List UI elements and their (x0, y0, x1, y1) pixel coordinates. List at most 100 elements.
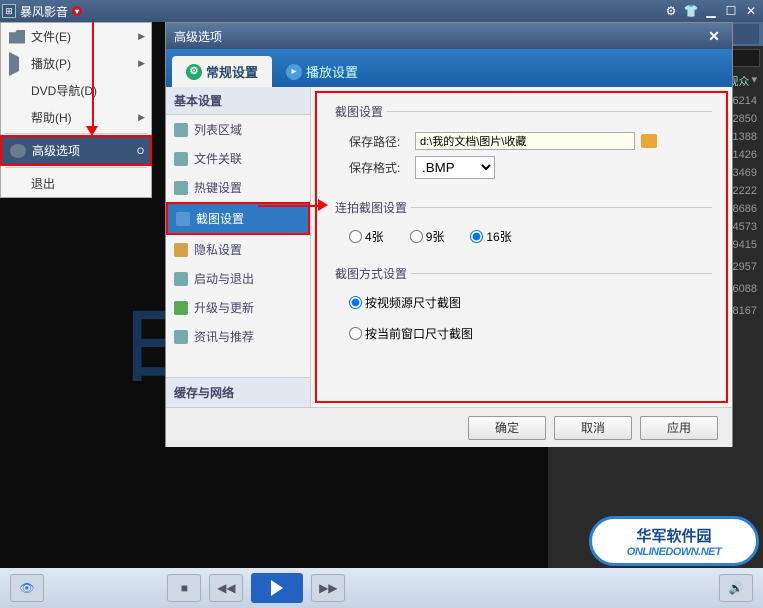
save-path-input[interactable] (415, 132, 635, 150)
burst-16-radio[interactable]: 16张 (470, 228, 511, 245)
sidebar-label: 文件关联 (194, 150, 242, 167)
play-button[interactable] (251, 573, 303, 603)
menu-label: DVD导航(D) (31, 82, 97, 99)
shirt-icon[interactable]: 👕 (681, 4, 701, 18)
play-icon (271, 580, 283, 596)
chevron-right-icon: ▶ (138, 31, 145, 42)
method-source-radio[interactable]: 按视频源尺寸截图 (349, 294, 712, 311)
save-path-label: 保存路径: (349, 133, 409, 150)
menu-label: 文件(E) (31, 28, 71, 45)
sidebar-item-startup[interactable]: 启动与退出 (166, 264, 310, 293)
lock-icon (174, 243, 188, 257)
sidebar-item-privacy[interactable]: 隐私设置 (166, 235, 310, 264)
cancel-button[interactable]: 取消 (554, 416, 632, 440)
dialog-button-bar: 确定 取消 应用 (166, 407, 732, 447)
main-menu: 文件(E) ▶ 播放(P) ▶ DVD导航(D) 帮助(H) ▶ 高级选项 O … (0, 22, 152, 198)
blank-icon (9, 111, 25, 125)
menu-item-advanced-options[interactable]: 高级选项 O (2, 137, 150, 164)
stop-button[interactable]: ■ (167, 574, 201, 602)
sidebar-item-news[interactable]: 资讯与推荐 (166, 322, 310, 351)
blank-icon (9, 84, 25, 98)
maximize-button[interactable]: ☐ (721, 4, 741, 18)
close-button[interactable]: ✕ (741, 4, 761, 18)
group-legend: 连拍截图设置 (331, 199, 411, 216)
sidebar-item-hotkeys[interactable]: 热键设置 (166, 173, 310, 202)
sidebar-header: 基本设置 (166, 87, 310, 115)
menu-label: 帮助(H) (31, 109, 72, 126)
menu-item-file[interactable]: 文件(E) ▶ (1, 23, 151, 50)
tab-general[interactable]: ⚙ 常规设置 (172, 56, 272, 87)
app-title: 暴风影音 (20, 3, 68, 20)
play-icon (9, 57, 25, 71)
annotation-arrow-2 (258, 205, 322, 207)
update-icon (174, 301, 188, 315)
menu-item-playback[interactable]: 播放(P) ▶ (1, 50, 151, 77)
annotation-arrow-1 (92, 22, 94, 130)
chevron-right-icon: ▶ (138, 58, 145, 69)
gear-icon: ⚙ (186, 64, 202, 80)
annotation-arrowhead-2 (318, 199, 328, 211)
app-logo-icon: ⊞ (2, 4, 16, 18)
news-icon (174, 330, 188, 344)
tab-label: 常规设置 (206, 62, 258, 81)
keyboard-icon (174, 181, 188, 195)
method-window-radio[interactable]: 按当前窗口尺寸截图 (349, 325, 712, 342)
sidebar-item-update[interactable]: 升级与更新 (166, 293, 310, 322)
watermark-badge: 华军软件园 ONLINEDOWN.NET (589, 516, 759, 566)
apply-button[interactable]: 应用 (640, 416, 718, 440)
watermark-text-1: 华军软件园 (636, 525, 711, 546)
title-bar: ⊞ 暴风影音 ▾ ⚙ 👕 ▁ ☐ ✕ (0, 0, 763, 22)
sidebar-label: 热键设置 (194, 179, 242, 196)
screenshot-settings-group: 截图设置 保存路径: 保存格式: .BMP (331, 103, 712, 185)
sidebar-label: 资讯与推荐 (194, 328, 254, 345)
title-dropdown-icon[interactable]: ▾ (72, 6, 82, 16)
save-format-select[interactable]: .BMP (415, 156, 495, 179)
menu-label: 播放(P) (31, 55, 71, 72)
tab-label: 播放设置 (306, 62, 358, 81)
next-button[interactable]: ▶▶ (311, 574, 345, 602)
play-circle-icon: ▸ (286, 64, 302, 80)
menu-label: 高级选项 (32, 142, 80, 159)
sidebar-label: 列表区域 (194, 121, 242, 138)
method-settings-group: 截图方式设置 按视频源尺寸截图 按当前窗口尺寸截图 (331, 265, 712, 348)
menu-item-dvd[interactable]: DVD导航(D) (1, 77, 151, 104)
dialog-titlebar[interactable]: 高级选项 ✕ (166, 23, 732, 49)
group-legend: 截图设置 (331, 103, 387, 120)
annotation-arrowhead-1 (86, 126, 98, 136)
volume-button[interactable]: 🔊 (719, 574, 753, 602)
blank-icon (9, 177, 25, 191)
chevron-right-icon: ▶ (138, 112, 145, 123)
tab-playback[interactable]: ▸ 播放设置 (272, 56, 372, 87)
burst-settings-group: 连拍截图设置 4张 9张 16张 (331, 199, 712, 251)
ok-button[interactable]: 确定 (468, 416, 546, 440)
browse-folder-icon[interactable] (641, 134, 657, 148)
dialog-sidebar: 基本设置 列表区域 文件关联 热键设置 截图设置 隐私设置 启动与退出 升级与更… (166, 87, 311, 407)
dialog-title: 高级选项 (174, 28, 222, 45)
dialog-tabs: ⚙ 常规设置 ▸ 播放设置 (166, 49, 732, 87)
sidebar-label: 升级与更新 (194, 299, 254, 316)
menu-item-help[interactable]: 帮助(H) ▶ (1, 104, 151, 131)
power-icon (174, 272, 188, 286)
eye-button[interactable]: 👁 (10, 574, 44, 602)
burst-9-radio[interactable]: 9张 (410, 228, 445, 245)
burst-4-radio[interactable]: 4张 (349, 228, 384, 245)
sidebar-item-list-area[interactable]: 列表区域 (166, 115, 310, 144)
dialog-close-button[interactable]: ✕ (704, 28, 724, 45)
group-legend: 截图方式设置 (331, 265, 411, 282)
sidebar-label: 截图设置 (196, 210, 244, 227)
player-control-bar: 👁 ■ ◀◀ ▶▶ 🔊 (0, 568, 763, 608)
dialog-content-panel: 截图设置 保存路径: 保存格式: .BMP 连拍截图设置 4张 9张 16张 (315, 91, 728, 403)
menu-label: 退出 (31, 175, 55, 192)
menu-item-exit[interactable]: 退出 (1, 170, 151, 197)
settings-icon[interactable]: ⚙ (661, 4, 681, 18)
camera-icon (176, 212, 190, 226)
list-icon (174, 123, 188, 137)
minimize-button[interactable]: ▁ (701, 4, 721, 18)
watermark-text-2: ONLINEDOWN.NET (627, 546, 721, 558)
save-format-label: 保存格式: (349, 159, 409, 176)
folder-icon (9, 30, 25, 44)
sidebar-footer-cache[interactable]: 缓存与网络 (166, 377, 310, 407)
prev-button[interactable]: ◀◀ (209, 574, 243, 602)
sidebar-item-file-assoc[interactable]: 文件关联 (166, 144, 310, 173)
advanced-options-dialog: 高级选项 ✕ ⚙ 常规设置 ▸ 播放设置 基本设置 列表区域 文件关联 热键设置… (165, 22, 733, 447)
